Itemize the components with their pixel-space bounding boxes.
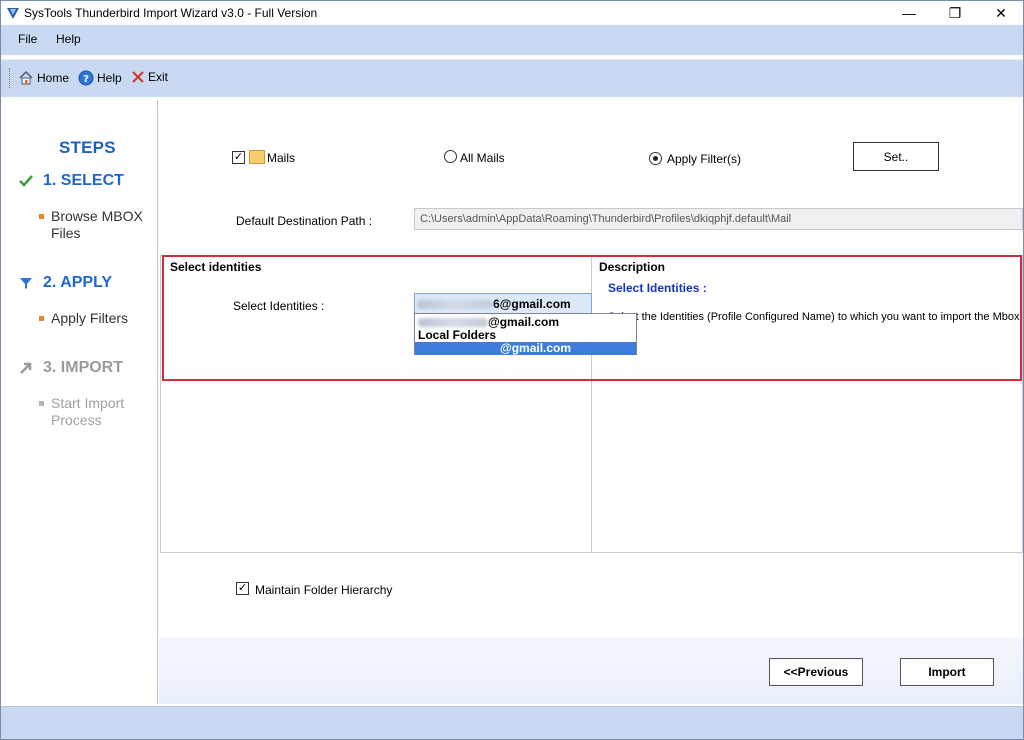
- description-heading: Select Identities :: [608, 281, 707, 295]
- app-window: SysTools Thunderbird Import Wizard v3.0 …: [0, 0, 1024, 740]
- arrow-icon: [17, 359, 35, 377]
- redacted-text: [418, 318, 488, 328]
- bullet-icon: [39, 401, 44, 406]
- previous-button[interactable]: <<Previous: [769, 658, 863, 686]
- step-apply-label: 2. APPLY: [43, 274, 113, 291]
- maximize-button[interactable]: ❐: [932, 1, 978, 25]
- dropdown-option-label: @gmail.com: [488, 315, 560, 329]
- home-icon: [19, 70, 33, 85]
- home-button[interactable]: Home: [18, 70, 69, 86]
- bullet-icon: [39, 214, 44, 219]
- menu-file[interactable]: File: [18, 32, 37, 46]
- mails-label: Mails: [267, 151, 296, 165]
- identities-group-title: Select identities: [170, 260, 262, 274]
- step-import: 3. IMPORT: [17, 359, 123, 377]
- window-title: SysTools Thunderbird Import Wizard v3.0 …: [24, 6, 318, 20]
- combo-selected-suffix: 6@gmail.com: [493, 297, 571, 311]
- step-select-sub: Browse MBOX Files: [39, 208, 154, 242]
- checkmark-icon: [17, 172, 35, 190]
- envelope-icon: [249, 150, 265, 164]
- dropdown-option-label: Local Folders: [418, 328, 497, 342]
- filter-icon: [17, 274, 35, 292]
- help-label: Help: [97, 71, 122, 85]
- destination-path-label: Default Destination Path :: [236, 214, 373, 228]
- all-mails-radio[interactable]: [444, 150, 457, 163]
- identities-combobox[interactable]: 6@gmail.com: [414, 293, 592, 314]
- toolbar: Home ? Help Exit: [1, 59, 1023, 97]
- step-apply: 2. APPLY: [17, 274, 112, 292]
- step-select-sub-label: Browse MBOX Files: [51, 208, 143, 241]
- mails-checkbox[interactable]: ✓: [232, 151, 245, 164]
- bullet-icon: [39, 316, 44, 321]
- all-mails-label: All Mails: [460, 151, 505, 165]
- identities-dropdown: @gmail.com Local Folders @gmail.com: [414, 313, 637, 355]
- apply-filters-radio[interactable]: [649, 152, 662, 165]
- title-bar: SysTools Thunderbird Import Wizard v3.0 …: [1, 1, 1023, 25]
- svg-text:?: ?: [83, 74, 89, 85]
- step-apply-sub: Apply Filters: [39, 310, 128, 327]
- description-group-title: Description: [599, 260, 666, 274]
- exit-button[interactable]: Exit: [131, 70, 168, 84]
- step-select-label: 1. SELECT: [43, 172, 124, 189]
- select-identities-label: Select Identities :: [233, 299, 325, 313]
- step-apply-sub-label: Apply Filters: [51, 310, 129, 326]
- minimize-button[interactable]: —: [886, 1, 932, 25]
- step-import-label: 3. IMPORT: [43, 359, 124, 376]
- step-select: 1. SELECT: [17, 172, 124, 190]
- set-filter-button[interactable]: Set..: [853, 142, 939, 171]
- status-bar: [1, 706, 1023, 739]
- exit-label: Exit: [148, 70, 169, 84]
- nav-area: [159, 637, 1023, 704]
- destination-path-field[interactable]: C:\Users\admin\AppData\Roaming\Thunderbi…: [414, 208, 1023, 230]
- menu-bar: File Help: [1, 25, 1023, 55]
- step-import-sub: Start Import Process: [39, 395, 154, 429]
- close-button[interactable]: ✕: [978, 1, 1024, 25]
- dropdown-option-label: @gmail.com: [500, 341, 572, 355]
- toolbar-grip: [9, 68, 12, 88]
- apply-filters-label: Apply Filter(s): [667, 152, 742, 166]
- description-text: Select the Identities (Profile Configure…: [608, 311, 1020, 323]
- redacted-text: [417, 300, 493, 310]
- exit-icon: [132, 71, 144, 83]
- folder-hierarchy-label: Maintain Folder Hierarchy: [255, 583, 393, 597]
- step-import-sub-label: Start Import Process: [51, 395, 125, 428]
- description-group: Description Select Identities : Select t…: [591, 255, 1023, 553]
- menu-help[interactable]: Help: [56, 32, 81, 46]
- home-label: Home: [37, 71, 70, 85]
- main-panel: ✓ Mails All Mails Apply Filter(s) Set.. …: [159, 100, 1023, 704]
- steps-title: STEPS: [59, 138, 116, 157]
- import-button[interactable]: Import: [900, 658, 994, 686]
- help-button[interactable]: ? Help: [78, 70, 122, 86]
- dropdown-option-selected[interactable]: @gmail.com: [415, 342, 636, 355]
- steps-panel: STEPS 1. SELECT Browse MBOX Files 2. APP…: [4, 100, 158, 704]
- folder-hierarchy-checkbox[interactable]: ✓: [236, 582, 249, 595]
- help-icon: ?: [78, 70, 94, 86]
- app-logo-icon: [7, 8, 19, 19]
